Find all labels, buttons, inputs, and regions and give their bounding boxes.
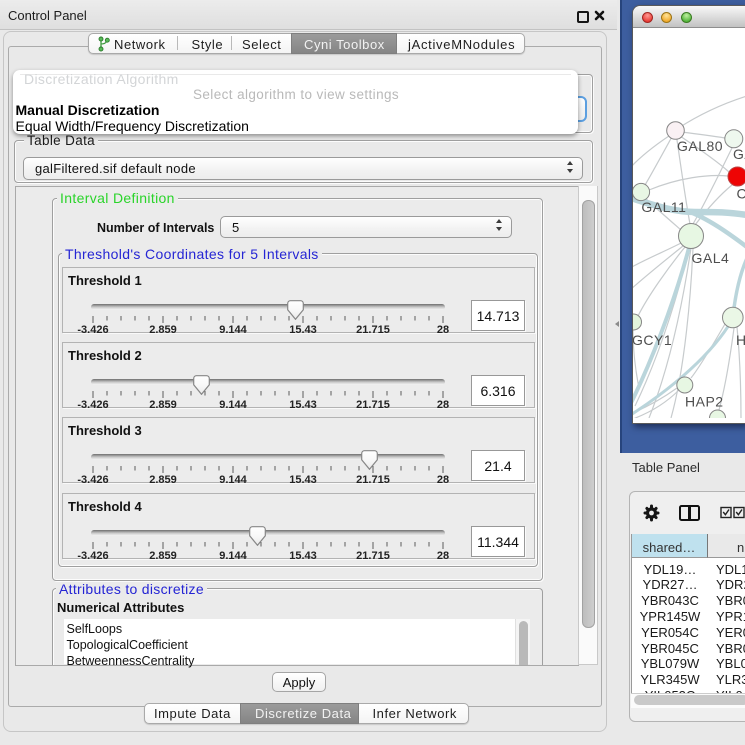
svg-text:HAP2: HAP2 — [685, 394, 724, 410]
svg-text:GAL11: GAL11 — [641, 199, 686, 215]
svg-text:GCY1: GCY1 — [633, 332, 672, 348]
svg-text:GAL4: GAL4 — [692, 250, 730, 266]
svg-text:H: H — [736, 332, 745, 348]
svg-text:GA: GA — [733, 146, 745, 162]
svg-text:GAL80: GAL80 — [677, 138, 723, 154]
svg-text:C: C — [737, 186, 745, 202]
